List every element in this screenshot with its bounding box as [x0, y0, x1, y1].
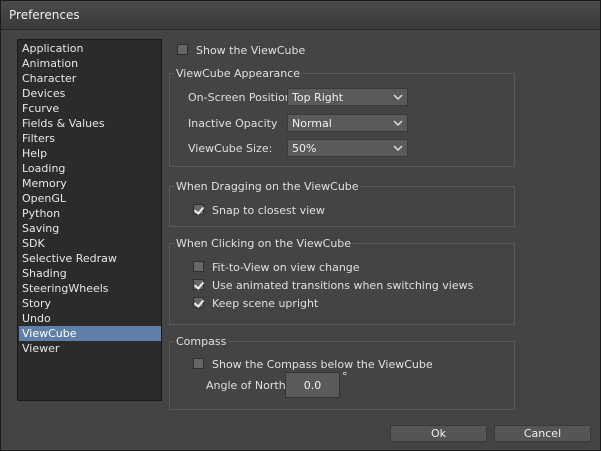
sidebar-item-opengl[interactable]: OpenGL	[19, 191, 161, 206]
sidebar-item-filters[interactable]: Filters	[19, 131, 161, 146]
sidebar-item-application[interactable]: Application	[19, 41, 161, 56]
window-title: Preferences	[9, 8, 80, 22]
viewcube-appearance-title: ViewCube Appearance	[174, 67, 303, 80]
inactive-opacity-label: Inactive Opacity	[188, 117, 278, 130]
fit-to-view-label: Fit-to-View on view change	[212, 261, 360, 274]
onscreen-position-label: On-Screen Position:	[188, 91, 296, 104]
sidebar-item-python[interactable]: Python	[19, 206, 161, 221]
compass-group-title: Compass	[174, 335, 229, 348]
onscreen-position-value: Top Right	[292, 91, 344, 104]
onscreen-position-dropdown[interactable]: Top Right	[287, 88, 408, 106]
keep-upright-label: Keep scene upright	[212, 297, 319, 310]
viewcube-size-dropdown[interactable]: 50%	[287, 139, 408, 157]
degree-unit: °	[342, 370, 348, 383]
sidebar-item-selective-redraw[interactable]: Selective Redraw	[19, 251, 161, 266]
sidebar-item-story[interactable]: Story	[19, 296, 161, 311]
checkmark-icon	[193, 204, 205, 215]
sidebar-item-steeringwheels[interactable]: SteeringWheels	[19, 281, 161, 296]
keep-upright-checkbox[interactable]	[193, 297, 205, 308]
viewcube-size-label: ViewCube Size:	[188, 142, 273, 155]
angle-of-north-label: Angle of North:	[206, 379, 290, 392]
sidebar-item-fcurve[interactable]: Fcurve	[19, 101, 161, 116]
category-list[interactable]: Application Animation Character Devices Fcur…	[17, 39, 162, 401]
angle-of-north-field[interactable]: 0.0	[285, 372, 340, 398]
checkmark-icon	[193, 297, 205, 308]
sidebar-item-animation[interactable]: Animation	[19, 56, 161, 71]
sidebar-item-help[interactable]: Help	[19, 146, 161, 161]
sidebar-item-loading[interactable]: Loading	[19, 161, 161, 176]
dragging-group-title: When Dragging on the ViewCube	[174, 180, 361, 193]
angle-of-north-value: 0.0	[303, 379, 322, 392]
chevron-down-icon	[393, 145, 403, 152]
checkmark-icon	[193, 279, 205, 290]
title-bar[interactable]: Preferences	[1, 1, 600, 30]
sidebar-item-shading[interactable]: Shading	[19, 266, 161, 281]
clicking-group-title: When Clicking on the ViewCube	[174, 237, 354, 250]
sidebar-item-memory[interactable]: Memory	[19, 176, 161, 191]
snap-closest-view-label: Snap to closest view	[212, 204, 325, 217]
sidebar-item-viewer[interactable]: Viewer	[19, 341, 161, 356]
sidebar-item-character[interactable]: Character	[19, 71, 161, 86]
cancel-button[interactable]: Cancel	[494, 425, 591, 442]
sidebar-item-sdk[interactable]: SDK	[19, 236, 161, 251]
sidebar-item-saving[interactable]: Saving	[19, 221, 161, 236]
show-compass-checkbox[interactable]	[193, 358, 204, 369]
sidebar-item-undo[interactable]: Undo	[19, 311, 161, 326]
viewcube-size-value: 50%	[292, 142, 317, 155]
sidebar-item-viewcube[interactable]: ViewCube	[19, 326, 161, 341]
sidebar-item-devices[interactable]: Devices	[19, 86, 161, 101]
show-viewcube-checkbox[interactable]	[177, 44, 188, 55]
animated-transitions-label: Use animated transitions when switching …	[212, 279, 474, 292]
animated-transitions-checkbox[interactable]	[193, 279, 205, 290]
show-compass-label: Show the Compass below the ViewCube	[212, 358, 433, 371]
chevron-down-icon	[393, 94, 403, 101]
chevron-down-icon	[393, 120, 403, 127]
preferences-window: Preferences Application Animation Characte…	[0, 0, 601, 451]
inactive-opacity-dropdown[interactable]: Normal	[287, 114, 408, 132]
inactive-opacity-value: Normal	[292, 117, 332, 130]
snap-closest-view-checkbox[interactable]	[193, 204, 205, 215]
show-viewcube-label: Show the ViewCube	[196, 44, 306, 57]
fit-to-view-checkbox[interactable]	[193, 261, 204, 272]
ok-button[interactable]: Ok	[390, 425, 487, 442]
sidebar-item-fields-values[interactable]: Fields & Values	[19, 116, 161, 131]
